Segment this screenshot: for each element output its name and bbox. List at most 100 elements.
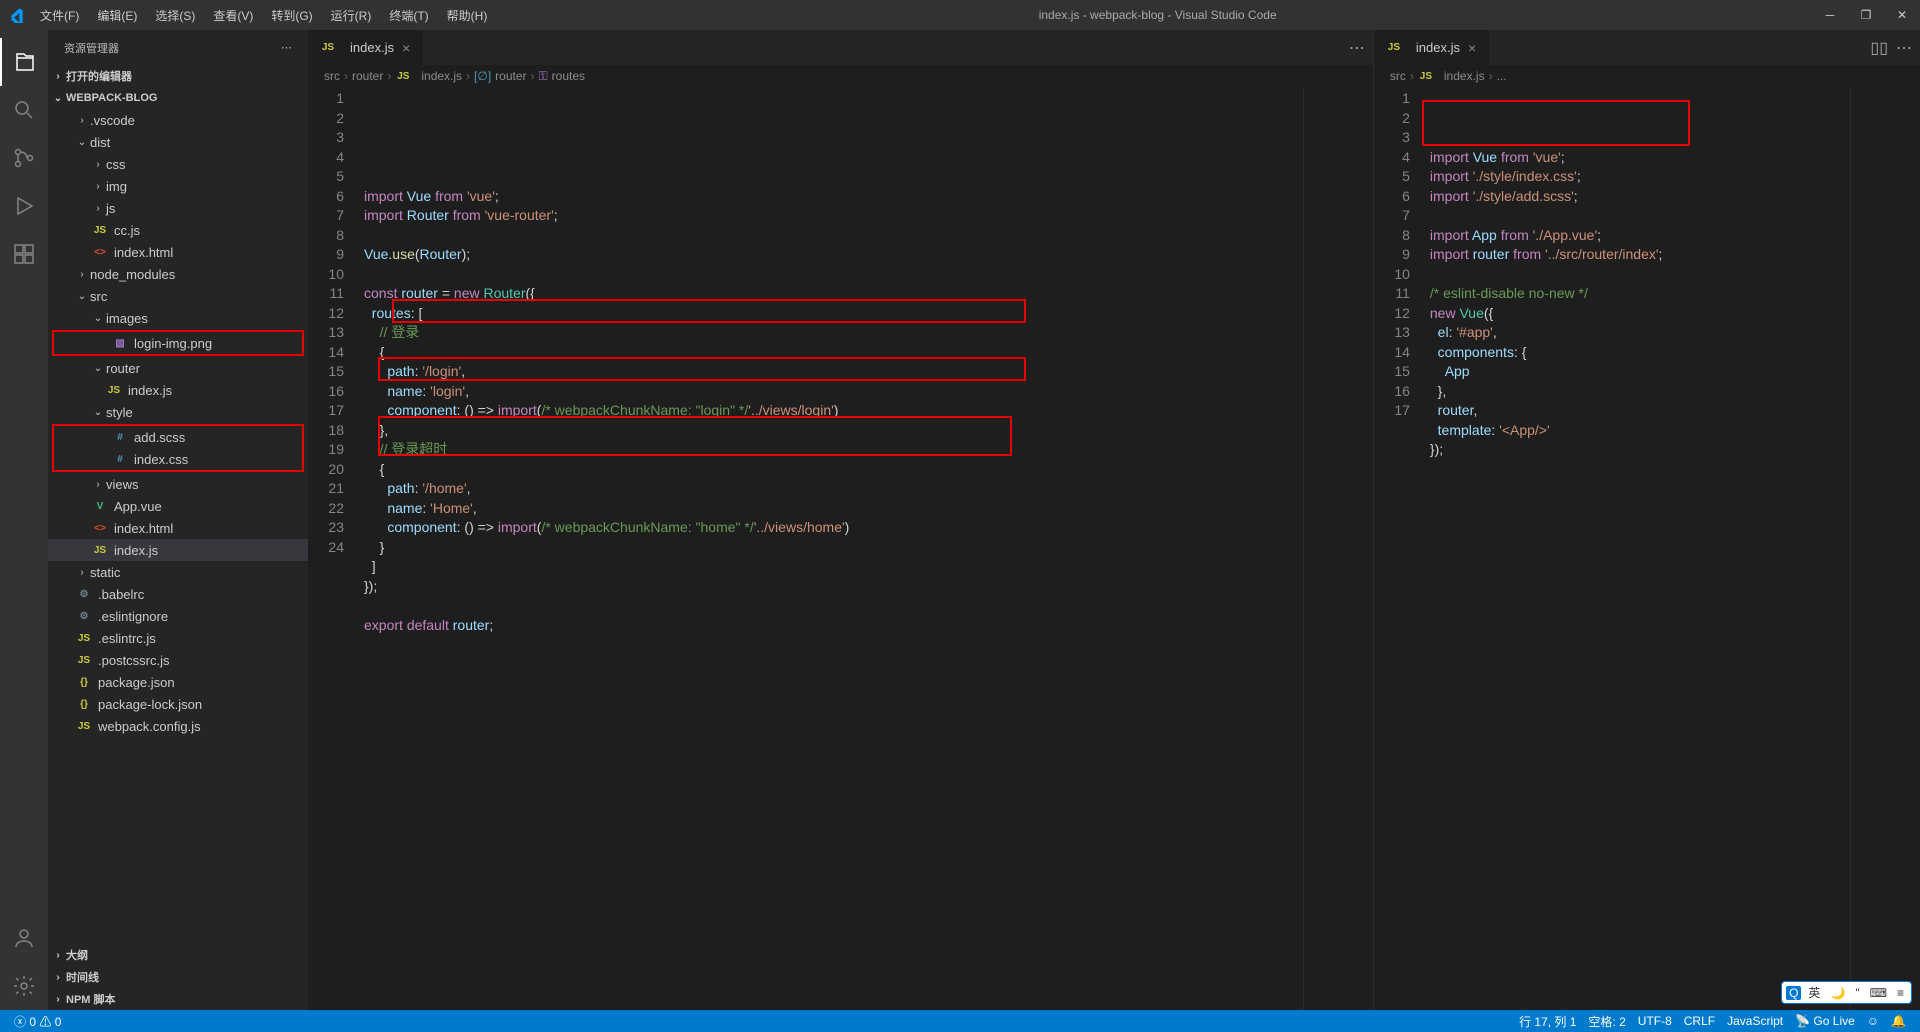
js-file-icon: JS <box>320 40 336 56</box>
menu-file[interactable]: 文件(F) <box>32 3 87 28</box>
tree-file[interactable]: #add.scss <box>54 426 302 448</box>
tree-folder[interactable]: ⌄router <box>48 357 308 379</box>
tree-folder[interactable]: ›css <box>48 153 308 175</box>
json-file-icon: {} <box>76 696 92 712</box>
tree-file[interactable]: <>index.html <box>48 517 308 539</box>
tree-file[interactable]: JSindex.js <box>48 539 308 561</box>
minimap[interactable] <box>1850 87 1920 1010</box>
sidebar-more-icon[interactable]: ⋯ <box>281 41 292 54</box>
tree-folder[interactable]: ›views <box>48 473 308 495</box>
cfg-file-icon: ⚙ <box>76 586 92 602</box>
run-debug-icon[interactable] <box>0 182 48 230</box>
ime-comma-icon[interactable]: " <box>1852 986 1862 1000</box>
tab-close-icon[interactable]: × <box>402 40 410 56</box>
tree-file[interactable]: ⚙.babelrc <box>48 583 308 605</box>
ime-menu-icon[interactable]: ≡ <box>1894 986 1907 1000</box>
tree-file[interactable]: JS.postcssrc.js <box>48 649 308 671</box>
status-cursor-pos[interactable]: 行 17, 列 1 <box>1513 1013 1582 1030</box>
menu-edit[interactable]: 编辑(E) <box>89 3 145 28</box>
tree-file[interactable]: #index.css <box>54 448 302 470</box>
editor-body-2[interactable]: 1234567891011121314151617 import Vue fro… <box>1374 87 1920 1010</box>
js-file-icon: JS <box>92 542 108 558</box>
settings-gear-icon[interactable] <box>0 962 48 1010</box>
sidebar: 资源管理器 ⋯ ›打开的编辑器 ⌄WEBPACK-BLOG ›.vscode⌄d… <box>48 30 308 1010</box>
html-file-icon: <> <box>92 244 108 260</box>
timeline-section[interactable]: ›时间线 <box>48 966 308 988</box>
editor-more-icon[interactable]: ⋯ <box>1896 38 1912 58</box>
status-language[interactable]: JavaScript <box>1721 1014 1789 1028</box>
tree-folder[interactable]: ›img <box>48 175 308 197</box>
split-editor-icon[interactable]: ▯▯ <box>1870 38 1888 58</box>
js-file-icon: JS <box>76 718 92 734</box>
tree-file[interactable]: VApp.vue <box>48 495 308 517</box>
status-encoding[interactable]: UTF-8 <box>1632 1014 1678 1028</box>
breadcrumbs-1[interactable]: src› router› JSindex.js› [∅]router› ⚿rou… <box>308 65 1373 87</box>
accounts-icon[interactable] <box>0 914 48 962</box>
tab-index-js[interactable]: JS index.js × <box>308 30 423 65</box>
extensions-icon[interactable] <box>0 230 48 278</box>
tab-close-icon[interactable]: × <box>1468 40 1476 56</box>
tree-folder[interactable]: ⌄images <box>48 307 308 329</box>
activitybar <box>0 30 48 1010</box>
search-icon[interactable] <box>0 86 48 134</box>
ime-keyboard-icon[interactable]: ⌨ <box>1867 986 1890 1000</box>
tree-file[interactable]: JSindex.js <box>48 379 308 401</box>
status-spaces[interactable]: 空格: 2 <box>1582 1013 1631 1030</box>
editor-area: JS index.js × ⋯ src› router› JSindex.js›… <box>308 30 1920 1010</box>
menu-run[interactable]: 运行(R) <box>323 3 380 28</box>
tree-folder[interactable]: ⌄dist <box>48 131 308 153</box>
minimize-icon[interactable]: ─ <box>1820 8 1840 22</box>
html-file-icon: <> <box>92 520 108 536</box>
tree-folder[interactable]: ⌄src <box>48 285 308 307</box>
titlebar: 文件(F) 编辑(E) 选择(S) 查看(V) 转到(G) 运行(R) 终端(T… <box>0 0 1920 30</box>
img-file-icon: ▧ <box>112 335 128 351</box>
js-file-icon: JS <box>1418 68 1434 84</box>
menu-terminal[interactable]: 终端(T) <box>381 3 436 28</box>
menu-selection[interactable]: 选择(S) <box>147 3 203 28</box>
ime-moon-icon[interactable]: 🌙 <box>1827 986 1848 1000</box>
tree-file[interactable]: JS.eslintrc.js <box>48 627 308 649</box>
minimap[interactable] <box>1303 87 1373 1010</box>
editor-body-1[interactable]: 123456789101112131415161718192021222324 … <box>308 87 1373 1010</box>
breadcrumbs-2[interactable]: src› JSindex.js› ... <box>1374 65 1920 87</box>
tree-file[interactable]: JScc.js <box>48 219 308 241</box>
tree-file[interactable]: ▧login-img.png <box>54 332 302 354</box>
tree-folder[interactable]: ›js <box>48 197 308 219</box>
editor-group-2: JS index.js × ▯▯ ⋯ src› JSindex.js› ... … <box>1373 30 1920 1010</box>
menubar: 文件(F) 编辑(E) 选择(S) 查看(V) 转到(G) 运行(R) 终端(T… <box>32 3 495 28</box>
status-bell-icon[interactable]: 🔔 <box>1885 1014 1912 1028</box>
tree-file[interactable]: {}package.json <box>48 671 308 693</box>
source-control-icon[interactable] <box>0 134 48 182</box>
tree-file[interactable]: JSwebpack.config.js <box>48 715 308 737</box>
menu-help[interactable]: 帮助(H) <box>439 3 496 28</box>
project-section[interactable]: ⌄WEBPACK-BLOG <box>48 87 308 109</box>
tab-index-js-2[interactable]: JS index.js × <box>1374 30 1489 65</box>
tree-folder[interactable]: ⌄style <box>48 401 308 423</box>
explorer-icon[interactable] <box>0 38 48 86</box>
status-eol[interactable]: CRLF <box>1678 1014 1721 1028</box>
css-file-icon: # <box>112 451 128 467</box>
tree-folder[interactable]: ›static <box>48 561 308 583</box>
tree-folder[interactable]: ›.vscode <box>48 109 308 131</box>
maximize-icon[interactable]: ❐ <box>1856 8 1876 22</box>
menu-go[interactable]: 转到(G) <box>263 3 320 28</box>
close-icon[interactable]: ✕ <box>1892 8 1912 22</box>
open-editors-section[interactable]: ›打开的编辑器 <box>48 65 308 87</box>
editor-group-1: JS index.js × ⋯ src› router› JSindex.js›… <box>308 30 1373 1010</box>
npm-section[interactable]: ›NPM 脚本 <box>48 988 308 1010</box>
statusbar: ⓧ 0 ⚠ 0 行 17, 列 1 空格: 2 UTF-8 CRLF JavaS… <box>0 1010 1920 1032</box>
tree-file[interactable]: <>index.html <box>48 241 308 263</box>
tree-file[interactable]: {}package-lock.json <box>48 693 308 715</box>
cfg-file-icon: ⚙ <box>76 608 92 624</box>
tree-folder[interactable]: ›node_modules <box>48 263 308 285</box>
vscode-logo-icon <box>8 7 24 23</box>
ime-toolbar[interactable]: Q 英 🌙 " ⌨ ≡ <box>1781 981 1912 1004</box>
editor-more-icon[interactable]: ⋯ <box>1349 38 1365 58</box>
outline-section[interactable]: ›大纲 <box>48 944 308 966</box>
js-file-icon: JS <box>76 652 92 668</box>
menu-view[interactable]: 查看(V) <box>205 3 261 28</box>
status-golive[interactable]: 📡 Go Live <box>1789 1014 1861 1028</box>
tree-file[interactable]: ⚙.eslintignore <box>48 605 308 627</box>
status-errors[interactable]: ⓧ 0 ⚠ 0 <box>8 1013 67 1030</box>
status-feedback-icon[interactable]: ☺ <box>1861 1014 1885 1028</box>
